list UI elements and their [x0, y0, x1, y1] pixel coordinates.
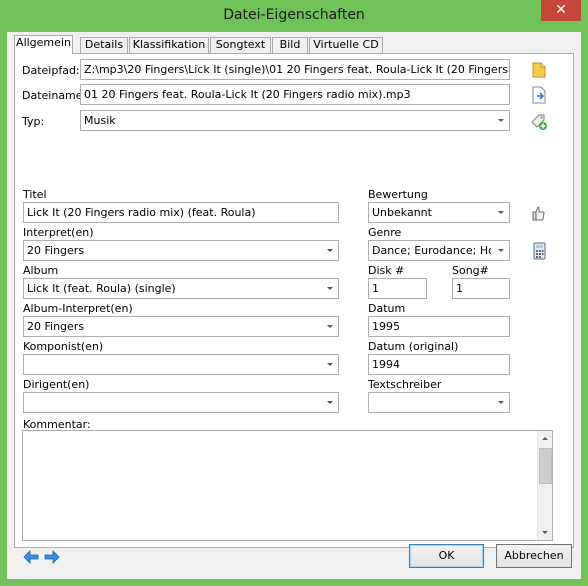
tab-strip: Allgemein Details Klassifikation Songtex…: [7, 32, 581, 54]
title-bar[interactable]: Datei-Eigenschaften ✕: [0, 0, 588, 32]
chevron-down-icon: [498, 211, 504, 214]
disk-label: Disk #: [368, 264, 405, 277]
dialog-client-area: Allgemein Details Klassifikation Songtex…: [7, 32, 581, 579]
scroll-up-icon: [542, 437, 548, 440]
dirigent-label: Dirigent(en): [23, 378, 90, 391]
tab-songtext[interactable]: Songtext: [210, 37, 271, 53]
chevron-down-icon: [498, 249, 504, 252]
next-file-arrow-icon[interactable]: [44, 550, 60, 564]
previous-file-arrow-icon[interactable]: [23, 550, 39, 564]
bewertung-select-value: Unbekannt: [372, 206, 432, 219]
tab-bild[interactable]: Bild: [272, 37, 308, 53]
chevron-down-icon: [498, 401, 504, 404]
dateipfad-label: Dateipfad:: [22, 64, 80, 77]
tab-details[interactable]: Details: [80, 37, 128, 53]
scroll-up-button[interactable]: [538, 431, 553, 446]
interpret-combo-value: 20 Fingers: [27, 244, 85, 257]
chevron-down-icon: [327, 401, 333, 404]
chevron-down-icon: [498, 119, 504, 122]
album-interpret-combo[interactable]: 20 Fingers: [23, 316, 339, 337]
album-interpret-label: Album-Interpret(en): [23, 302, 133, 315]
interpret-combo[interactable]: 20 Fingers: [23, 240, 339, 261]
rating-hand-icon[interactable]: [530, 204, 548, 222]
genre-label: Genre: [368, 226, 402, 239]
close-button[interactable]: ✕: [541, 0, 581, 21]
genre-combo-value: Dance; Eurodance; Hou: [372, 244, 491, 257]
dateipfad-field[interactable]: Z:\mp3\20 Fingers\Lick It (single)\01 20…: [80, 59, 510, 80]
album-label: Album: [23, 264, 59, 277]
window-title: Datei-Eigenschaften: [223, 7, 365, 23]
chevron-down-icon: [327, 363, 333, 366]
ok-button[interactable]: OK: [409, 544, 484, 568]
album-interpret-combo-value: 20 Fingers: [27, 320, 85, 333]
add-tag-icon[interactable]: [530, 113, 548, 131]
kommentar-scrollbar[interactable]: [537, 431, 552, 540]
chevron-down-icon: [327, 249, 333, 252]
dateiname-field[interactable]: 01 20 Fingers feat. Roula-Lick It (20 Fi…: [80, 84, 510, 105]
tab-panel-allgemein: Dateipfad: Z:\mp3\20 Fingers\Lick It (si…: [14, 53, 574, 548]
chevron-down-icon: [327, 287, 333, 290]
kommentar-textarea[interactable]: [22, 430, 553, 541]
textschreiber-combo[interactable]: [368, 392, 510, 413]
titel-label: Titel: [23, 188, 47, 201]
tab-allgemein[interactable]: Allgemein: [14, 35, 73, 54]
scroll-down-icon: [542, 531, 548, 534]
datum-field[interactable]: 1995: [368, 316, 510, 337]
chevron-down-icon: [327, 325, 333, 328]
typ-select[interactable]: Musik: [80, 110, 510, 131]
komponist-combo[interactable]: [23, 354, 339, 375]
song-label: Song#: [452, 264, 489, 277]
scrollbar-thumb[interactable]: [539, 448, 552, 484]
tab-klassifikation[interactable]: Klassifikation: [129, 37, 209, 53]
disk-field[interactable]: 1: [368, 278, 427, 299]
dirigent-combo[interactable]: [23, 392, 339, 413]
folder-icon[interactable]: [530, 61, 548, 79]
bewertung-label: Bewertung: [368, 188, 428, 201]
song-field[interactable]: 1: [452, 278, 510, 299]
dateiname-label: Dateiname:: [22, 89, 87, 102]
datum-original-label: Datum (original): [368, 340, 459, 353]
rename-file-icon[interactable]: [530, 86, 548, 104]
interpret-label: Interpret(en): [23, 226, 94, 239]
dialog-window: Datei-Eigenschaften ✕ Allgemein Details …: [0, 0, 588, 586]
typ-label: Typ:: [22, 115, 45, 128]
komponist-label: Komponist(en): [23, 340, 104, 353]
datum-original-field[interactable]: 1994: [368, 354, 510, 375]
bewertung-select[interactable]: Unbekannt: [368, 202, 510, 223]
genre-combo[interactable]: Dance; Eurodance; Hou: [368, 240, 510, 261]
datum-label: Datum: [368, 302, 406, 315]
tab-virtuelle-cd[interactable]: Virtuelle CD: [309, 37, 383, 53]
album-combo[interactable]: Lick It (feat. Roula) (single): [23, 278, 339, 299]
scroll-down-button[interactable]: [538, 525, 553, 540]
calculator-icon[interactable]: [530, 242, 548, 260]
abbrechen-button[interactable]: Abbrechen: [496, 544, 572, 568]
textschreiber-label: Textschreiber: [368, 378, 442, 391]
album-combo-value: Lick It (feat. Roula) (single): [27, 282, 176, 295]
titel-field[interactable]: Lick It (20 Fingers radio mix) (feat. Ro…: [23, 202, 339, 223]
typ-select-value: Musik: [84, 114, 116, 127]
